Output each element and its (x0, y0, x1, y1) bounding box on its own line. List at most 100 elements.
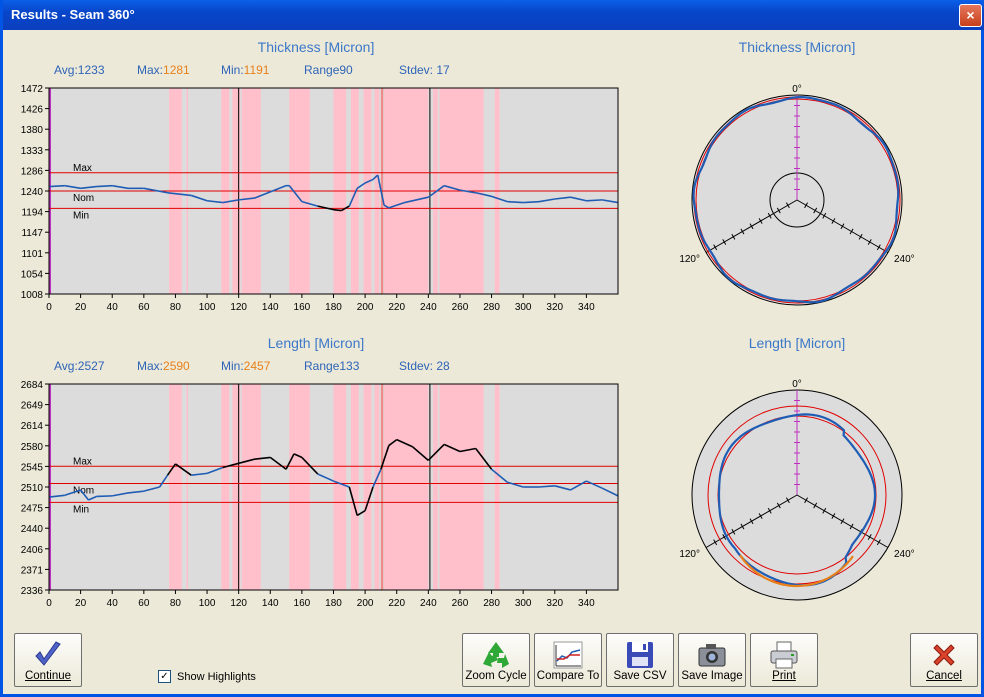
floppy-disk-icon (627, 642, 653, 668)
polar-title: Thickness [Micron] (739, 39, 856, 55)
x-tick-label: 80 (170, 598, 182, 609)
x-tick-label: 40 (107, 302, 119, 313)
x-tick-label: 60 (138, 598, 150, 609)
stat-4: Stdev: 17 (399, 63, 450, 77)
highlight-band (241, 384, 261, 590)
x-tick-label: 260 (452, 598, 469, 609)
show-highlights-toggle[interactable]: ✓ Show Highlights (158, 670, 256, 683)
highlight-band (186, 384, 189, 590)
zoom-cycle-label: Zoom Cycle (465, 670, 527, 682)
print-button[interactable]: Print (750, 633, 818, 687)
x-tick-label: 300 (515, 302, 532, 313)
y-tick-label: 1286 (21, 166, 44, 177)
stat-1: Max:1281 (137, 63, 190, 77)
save-csv-button[interactable]: Save CSV (606, 633, 674, 687)
y-tick-label: 2684 (21, 380, 44, 391)
series-segment (96, 495, 113, 498)
stat-value: 2527 (78, 359, 105, 373)
polar-label-240: 240° (894, 549, 915, 560)
x-tick-label: 320 (546, 302, 563, 313)
ref-label: Max (73, 456, 92, 467)
y-tick-label: 2580 (21, 442, 44, 453)
stat-4: Stdev: 28 (399, 359, 450, 373)
x-tick-label: 140 (262, 302, 279, 313)
stat-label: Stdev: (399, 63, 436, 77)
title-bar[interactable]: Results - Seam 360° × (3, 0, 984, 30)
y-tick-label: 1426 (21, 105, 44, 116)
stat-3: Range90 (304, 63, 353, 77)
show-highlights-checkbox[interactable]: ✓ (158, 670, 171, 683)
stat-label: Avg: (54, 359, 78, 373)
series-segment (507, 200, 524, 204)
series-segment (586, 199, 603, 202)
compare-to-label: Compare To (536, 670, 600, 682)
x-tick-label: 200 (357, 598, 374, 609)
x-tick-label: 100 (199, 302, 216, 313)
series-segment (48, 184, 65, 188)
series-segment (523, 200, 540, 204)
x-tick-label: 40 (107, 598, 119, 609)
y-tick-label: 1380 (21, 125, 44, 136)
y-tick-label: 2475 (21, 504, 44, 515)
x-tick-label: 280 (483, 598, 500, 609)
highlight-band (433, 384, 438, 590)
y-tick-label: 1240 (21, 187, 44, 198)
chart-title: Thickness [Micron] (258, 39, 375, 55)
stat-3: Range133 (304, 359, 360, 373)
x-tick-label: 200 (357, 302, 374, 313)
y-tick-label: 2406 (21, 545, 44, 556)
compare-chart-icon (553, 641, 583, 669)
zoom-cycle-button[interactable]: Zoom Cycle (462, 633, 530, 687)
x-tick-label: 60 (138, 302, 150, 313)
cancel-button[interactable]: Cancel (910, 633, 978, 687)
x-tick-label: 240 (420, 598, 437, 609)
polar-title: Length [Micron] (749, 335, 846, 351)
save-csv-label: Save CSV (613, 670, 667, 682)
x-tick-label: 320 (546, 598, 563, 609)
highlight-band (374, 384, 380, 590)
stat-1: Max:2590 (137, 359, 190, 373)
x-tick-label: 180 (325, 302, 342, 313)
printer-icon (770, 641, 798, 669)
stat-label: Avg: (54, 63, 78, 77)
results-window: Results - Seam 360° × Thickness [Micron]… (0, 0, 984, 697)
x-tick-label: 160 (294, 302, 311, 313)
series-segment (333, 208, 342, 212)
stat-label: Range (304, 359, 340, 373)
close-window-button[interactable]: × (959, 4, 982, 27)
stat-value: 17 (436, 63, 450, 77)
continue-button[interactable]: Continue (14, 633, 82, 687)
compare-to-button[interactable]: Compare To (534, 633, 602, 687)
highlight-band (333, 384, 347, 590)
x-tick-label: 140 (262, 598, 279, 609)
save-image-label: Save Image (681, 670, 743, 682)
x-tick-label: 120 (230, 598, 247, 609)
y-tick-label: 2510 (21, 483, 44, 494)
stat-label: Min: (221, 63, 244, 77)
cancel-label: Cancel (926, 670, 962, 682)
polar-label-240: 240° (894, 254, 915, 265)
continue-label: Continue (24, 670, 72, 682)
save-image-button[interactable]: Save Image (678, 633, 746, 687)
series-segment (96, 184, 113, 188)
window-title: Results - Seam 360° (11, 7, 135, 22)
x-tick-label: 340 (578, 302, 595, 313)
show-highlights-label: Show Highlights (177, 670, 256, 683)
polar-label-120: 120° (679, 549, 700, 560)
y-tick-label: 1054 (21, 269, 44, 280)
highlight-band (350, 384, 359, 590)
stat-label: Max: (137, 359, 163, 373)
stat-label: Min: (221, 359, 244, 373)
highlight-band (439, 384, 484, 590)
highlight-marker (380, 384, 384, 590)
polar-label-0: 0° (792, 84, 802, 95)
y-tick-label: 1333 (21, 146, 44, 157)
camera-icon (698, 644, 726, 667)
x-tick-label: 260 (452, 302, 469, 313)
stat-value: 28 (436, 359, 450, 373)
highlight-band (494, 384, 500, 590)
highlight-band (221, 384, 230, 590)
y-tick-label: 1472 (21, 84, 44, 95)
x-tick-label: 240 (420, 302, 437, 313)
x-tick-label: 280 (483, 302, 500, 313)
